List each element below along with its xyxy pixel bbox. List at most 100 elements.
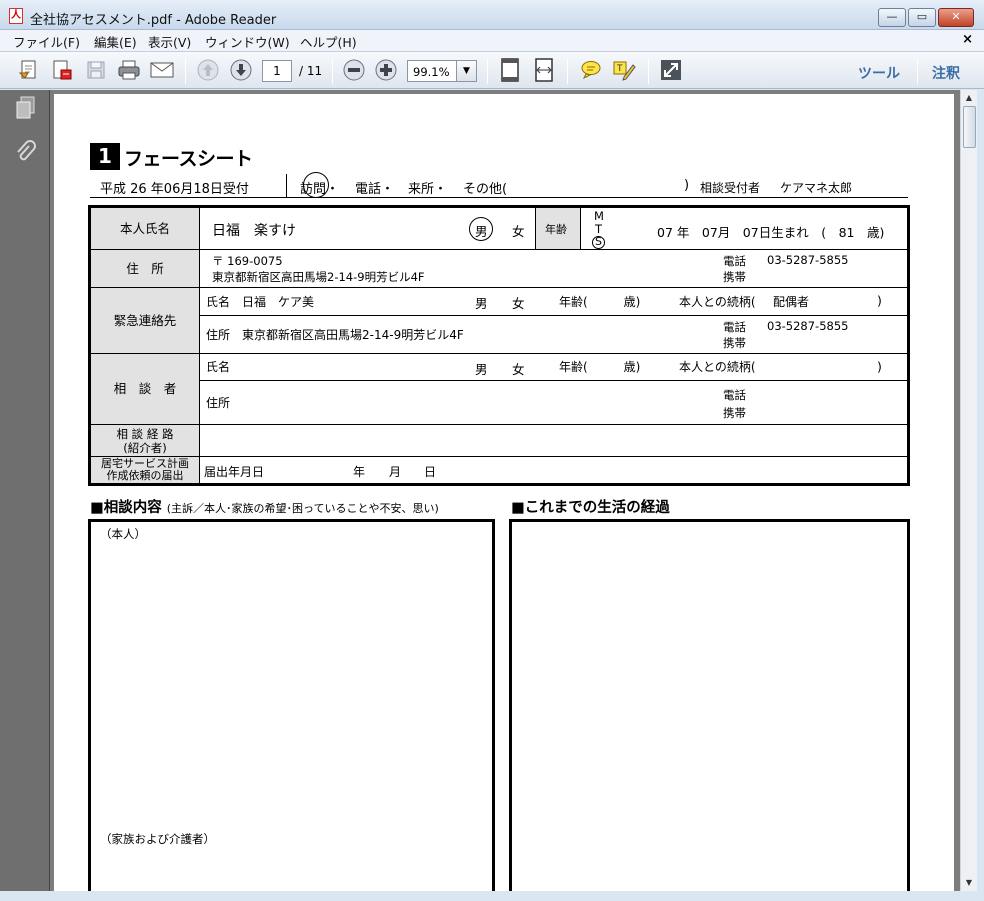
menu-edit[interactable]: 編集(E) <box>94 32 137 51</box>
reception-phone: 電話・ <box>355 182 395 197</box>
gender-male: 男 <box>475 296 488 311</box>
consultant-address: 住所 <box>206 396 231 410</box>
vertical-scrollbar[interactable]: ▲ ▼ <box>960 90 977 891</box>
previous-page-icon[interactable] <box>195 58 221 82</box>
route-sublabel: (紹介者) <box>123 440 167 455</box>
address-row: 住 所 〒 169-0075 東京都新宿区高田馬場2-14-9明芳ビル4F 電話… <box>91 250 907 288</box>
consult-section-subtitle: (主訴／本人･家族の希望･困っていることや不安、思い) <box>166 502 439 515</box>
scroll-up-icon[interactable]: ▲ <box>961 90 977 106</box>
svg-text:T: T <box>616 64 623 74</box>
menu-bar: ファイル(F) 編集(E) 表示(V) ウィンドウ(W) ヘルプ(H) × <box>0 30 984 51</box>
toolbar-separator <box>917 58 918 84</box>
menu-help[interactable]: ヘルプ(H) <box>300 32 357 51</box>
reception-other-close: ) <box>684 178 690 193</box>
selected-circle <box>303 172 329 198</box>
sticky-note-icon[interactable] <box>578 58 604 82</box>
create-pdf-icon[interactable] <box>49 58 75 82</box>
zoom-in-icon[interactable] <box>373 58 399 82</box>
notice-date-label: 届出年月日 <box>204 465 265 479</box>
fit-width-icon[interactable] <box>531 58 557 82</box>
history-section-title: ■これまでの生活の経過 <box>511 500 670 516</box>
pdf-page: 1 フェースシート 平成 26 年06月18日受付 訪問・ 電話・ 来所・ その… <box>54 94 954 901</box>
page-thumbnails-icon[interactable] <box>12 96 38 120</box>
pdf-icon: 人 <box>9 8 23 24</box>
attachments-icon[interactable] <box>12 140 38 164</box>
reception-line: 平成 26 年06月18日受付 訪問・ 電話・ 来所・ その他( ) 相談受付者… <box>90 172 908 198</box>
comment-pane-button[interactable]: 注釈 <box>932 63 960 83</box>
relation-close: ) <box>877 293 882 308</box>
menu-window[interactable]: ウィンドウ(W) <box>205 32 290 51</box>
sheet-title: フェースシート <box>124 148 253 170</box>
maximize-button[interactable]: ▭ <box>908 8 936 27</box>
close-button[interactable]: ✕ <box>938 8 974 27</box>
zoom-select[interactable]: 99.1% ▼ <box>407 60 477 82</box>
fit-page-icon[interactable] <box>497 58 523 82</box>
consult-section-heading: ■相談内容 (主訴／本人･家族の希望･困っていることや不安、思い) <box>90 496 439 517</box>
emergency-row: 緊急連絡先 氏名 日福 ケア美 男 女 年齢( 歳) 本人との続柄( 配偶者 )… <box>91 288 907 354</box>
day-label: 日 <box>424 465 437 479</box>
mobile-label: 携帯 <box>723 406 746 420</box>
divider <box>286 174 287 198</box>
window-title: 全社協アセスメント.pdf - Adobe Reader <box>30 13 277 28</box>
tel-value: 03-5287-5855 <box>767 319 849 333</box>
tools-pane-button[interactable]: ツール <box>858 63 900 83</box>
emergency-age: 年齢( 歳) <box>559 295 641 309</box>
address-label: 住 所 <box>91 250 200 287</box>
route-label-cell: 相 談 経 路 (紹介者) <box>91 425 200 456</box>
toolbar-separator <box>648 58 649 84</box>
menu-file[interactable]: ファイル(F) <box>13 32 80 51</box>
plan-row: 居宅サービス計画 作成依頼の届出 届出年月日 年 月 日 <box>91 457 907 483</box>
mobile-label: 携帯 <box>723 336 746 350</box>
menu-view[interactable]: 表示(V) <box>148 32 191 51</box>
gender-female: 女 <box>512 362 525 377</box>
person-row: 本人氏名 日福 楽すけ 男 女 年齢 M T S 07 年 07月 07日生まれ… <box>91 208 907 250</box>
emergency-name: 氏名 日福 ケア美 <box>206 295 315 309</box>
gender-female: 女 <box>512 296 525 311</box>
toolbar: 1 / 11 99.1% ▼ T ツール 注釈 <box>0 51 984 89</box>
minimize-button[interactable]: — <box>878 8 906 27</box>
gender-female: 女 <box>512 224 525 239</box>
era-t: T <box>595 222 603 236</box>
print-icon[interactable] <box>116 58 142 82</box>
email-icon[interactable] <box>149 58 175 82</box>
age-label-cell: 年齢 <box>535 208 581 249</box>
next-page-icon[interactable] <box>228 58 254 82</box>
tel-label: 電話 <box>723 254 746 268</box>
tel-label: 電話 <box>723 388 746 402</box>
row-divider <box>200 315 907 316</box>
zoom-out-icon[interactable] <box>341 58 367 82</box>
consult-section-title: ■相談内容 <box>90 500 162 516</box>
scroll-down-icon[interactable]: ▼ <box>961 875 977 891</box>
consultant-row: 相 談 者 氏名 男 女 年齢( 歳) 本人との続柄( ) 住所 電話 携帯 <box>91 354 907 425</box>
person-name: 日福 楽すけ <box>212 223 296 239</box>
navigation-pane <box>0 90 50 901</box>
page-number-input[interactable]: 1 <box>262 60 292 82</box>
open-file-icon[interactable] <box>16 58 42 82</box>
zoom-value: 99.1% <box>413 65 450 79</box>
postal-code: 〒 169-0075 <box>212 254 283 268</box>
era-m: M <box>594 209 604 223</box>
plan-label-cell: 居宅サービス計画 作成依頼の届出 <box>91 457 200 483</box>
reception-date: 平成 26 年06月18日受付 <box>100 182 249 197</box>
page-total: / 11 <box>299 64 323 78</box>
save-icon[interactable] <box>83 58 109 82</box>
tel-label: 電話 <box>723 320 746 334</box>
reception-other: その他( <box>463 182 508 197</box>
toolbar-separator <box>185 58 186 84</box>
address-line: 東京都新宿区高田馬場2-14-9明芳ビル4F <box>212 270 425 284</box>
year-label: 年 <box>353 465 366 479</box>
reception-office: 来所・ <box>408 182 448 197</box>
route-label: 相 談 経 路 <box>116 426 174 441</box>
chevron-down-icon[interactable]: ▼ <box>456 61 476 81</box>
selected-circle <box>469 217 493 241</box>
highlight-text-icon[interactable]: T <box>611 58 637 82</box>
receiver-name: ケアマネ太郎 <box>780 181 853 195</box>
person-label: 本人氏名 <box>91 208 200 249</box>
document-viewport[interactable]: 1 フェースシート 平成 26 年06月18日受付 訪問・ 電話・ 来所・ その… <box>50 90 960 901</box>
full-screen-icon[interactable] <box>658 58 684 82</box>
close-document-icon[interactable]: × <box>962 32 973 47</box>
scrollbar-thumb[interactable] <box>963 106 976 148</box>
relation-close: ) <box>877 359 882 374</box>
receiver-label: 相談受付者 <box>700 181 761 195</box>
relation-value: 配偶者 <box>773 295 810 309</box>
